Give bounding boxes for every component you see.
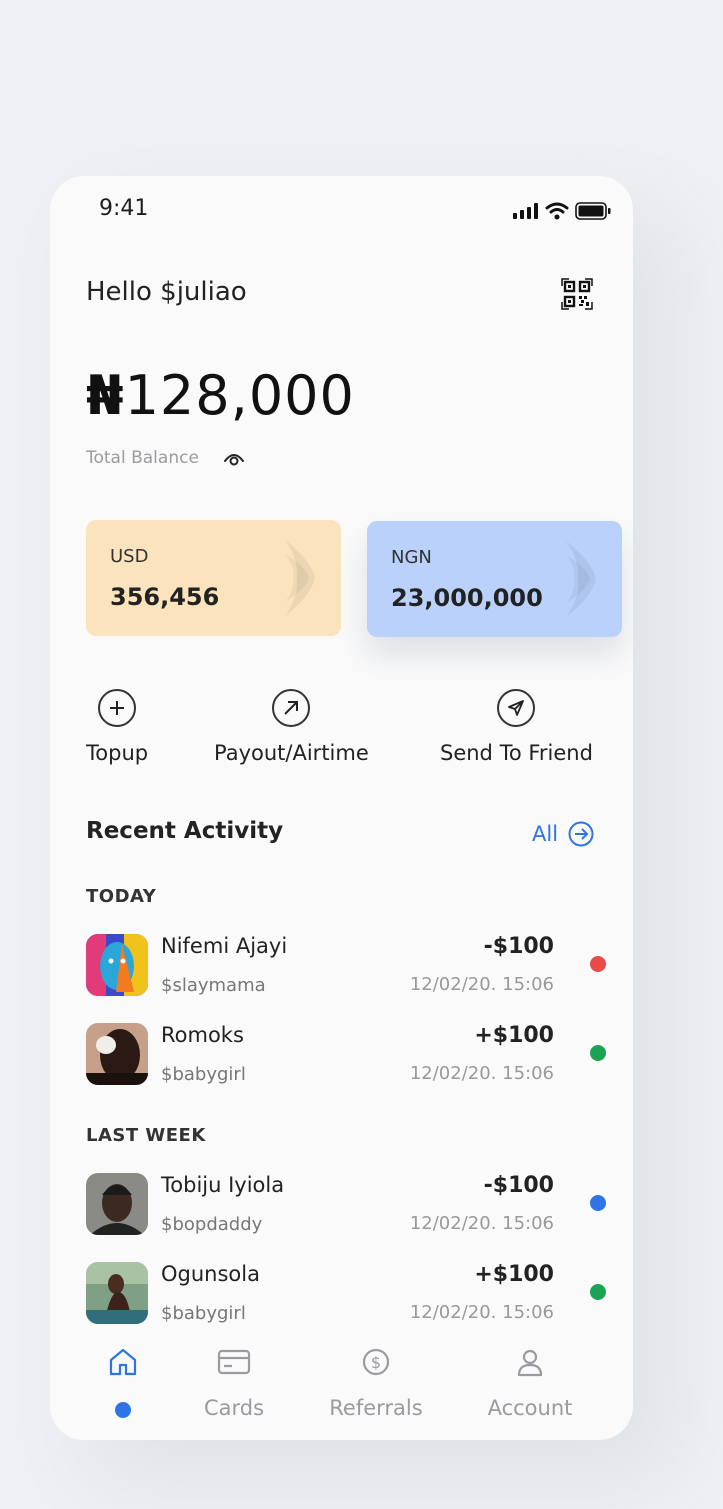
contact-handle: $babygirl: [161, 1064, 246, 1085]
home-icon: [109, 1348, 137, 1376]
action-label: Payout/Airtime: [214, 741, 369, 765]
wallet-card-ngn[interactable]: NGN 23,000,000: [367, 521, 622, 637]
transaction-amount: -$100: [483, 934, 554, 959]
action-label: Topup: [86, 741, 149, 765]
wifi-icon: [545, 202, 569, 220]
battery-icon: [575, 202, 611, 220]
transaction-amount: -$100: [483, 1173, 554, 1198]
contact-handle: $bopdaddy: [161, 1214, 263, 1235]
transaction-row[interactable]: Ogunsola $babygirl +$100 12/02/20. 15:06: [86, 1262, 606, 1328]
contact-name: Romoks: [161, 1023, 244, 1047]
status-icons: [513, 202, 611, 220]
eye-icon[interactable]: [223, 449, 245, 467]
svg-text:$: $: [371, 1353, 381, 1372]
status-dot: [590, 1284, 606, 1300]
transaction-date: 12/02/20. 15:06: [409, 1063, 554, 1084]
arrow-up-right-icon: [272, 689, 311, 727]
send-to-friend-button[interactable]: Send To Friend: [440, 689, 593, 765]
active-indicator-dot: [115, 1402, 131, 1418]
wallet-code: USD: [110, 546, 149, 567]
topup-button[interactable]: Topup: [86, 689, 148, 765]
currency-symbol: ₦: [86, 364, 125, 427]
all-label: All: [532, 822, 559, 846]
wallet-code: NGN: [391, 547, 432, 568]
transaction-date: 12/02/20. 15:06: [409, 1213, 554, 1234]
action-label: Send To Friend: [440, 741, 593, 765]
card-icon: [217, 1349, 251, 1375]
phone-screen: 9:41 Hello $juliao ₦128,000 Total Balanc…: [50, 176, 633, 1440]
avatar: [86, 1173, 148, 1235]
nav-label: Referrals: [329, 1396, 423, 1420]
user-icon: [517, 1349, 543, 1377]
status-dot: [590, 1195, 606, 1211]
balance-value: 128,000: [124, 364, 355, 427]
wallet-amount: 356,456: [110, 583, 220, 611]
contact-name: Ogunsola: [161, 1262, 260, 1286]
chevron-right-icon: [566, 541, 596, 617]
chevron-right-icon: [285, 540, 315, 616]
transaction-row[interactable]: Nifemi Ajayi $slaymama -$100 12/02/20. 1…: [86, 934, 606, 1000]
contact-handle: $babygirl: [161, 1303, 246, 1324]
transaction-date: 12/02/20. 15:06: [409, 1302, 554, 1323]
avatar: [86, 1262, 148, 1324]
nav-cards[interactable]: Cards: [186, 1346, 282, 1420]
payout-airtime-button[interactable]: Payout/Airtime: [214, 689, 369, 765]
group-label-last-week: LAST WEEK: [86, 1125, 206, 1146]
avatar: [86, 1023, 148, 1085]
status-dot: [590, 956, 606, 972]
nav-home[interactable]: [106, 1346, 140, 1418]
send-icon: [497, 689, 536, 727]
nav-account[interactable]: Account: [478, 1346, 582, 1420]
recent-activity-title: Recent Activity: [86, 818, 284, 844]
transaction-row[interactable]: Romoks $babygirl +$100 12/02/20. 15:06: [86, 1023, 606, 1089]
dollar-icon: $: [362, 1348, 390, 1376]
wallet-amount: 23,000,000: [391, 584, 543, 612]
total-balance-amount: ₦128,000: [86, 364, 355, 427]
wallet-card-usd[interactable]: USD 356,456: [86, 520, 341, 636]
qr-code-icon[interactable]: [561, 278, 593, 310]
group-label-today: TODAY: [86, 886, 157, 907]
signal-icon: [513, 203, 538, 219]
nav-label: Cards: [203, 1396, 265, 1420]
greeting: Hello $juliao: [86, 277, 247, 307]
transaction-amount: +$100: [474, 1023, 554, 1048]
transaction-row[interactable]: Tobiju Iyiola $bopdaddy -$100 12/02/20. …: [86, 1173, 606, 1239]
all-activity-link[interactable]: All: [532, 821, 594, 847]
status-dot: [590, 1045, 606, 1061]
status-time: 9:41: [99, 196, 149, 221]
nav-referrals[interactable]: $ Referrals: [318, 1346, 434, 1420]
contact-name: Tobiju Iyiola: [161, 1173, 285, 1197]
arrow-right-circle-icon: [568, 821, 594, 847]
total-balance-label: Total Balance: [86, 448, 199, 468]
plus-icon: [98, 689, 137, 727]
nav-label: Account: [487, 1396, 573, 1420]
contact-name: Nifemi Ajayi: [161, 934, 288, 958]
avatar: [86, 934, 148, 996]
transaction-amount: +$100: [474, 1262, 554, 1287]
transaction-date: 12/02/20. 15:06: [409, 974, 554, 995]
contact-handle: $slaymama: [161, 975, 266, 996]
